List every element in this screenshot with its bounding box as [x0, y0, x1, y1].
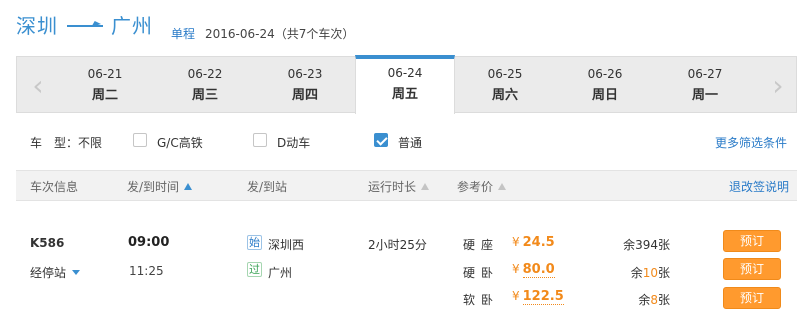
- date-tab-weekday: 周六: [491, 88, 518, 103]
- header-duration[interactable]: 运行时长: [368, 178, 430, 195]
- next-date-arrow-icon[interactable]: ›: [758, 58, 798, 112]
- filter-normal-label[interactable]: 普通: [398, 134, 422, 151]
- seat-price-value[interactable]: 122.5: [522, 289, 564, 305]
- train-number[interactable]: K586: [30, 236, 64, 250]
- remain-prefix: 余: [638, 293, 651, 307]
- book-button[interactable]: 预订: [723, 287, 781, 309]
- header-time-label: 发/到时间: [127, 180, 180, 194]
- header-station: 发/到站: [247, 180, 288, 194]
- to-city[interactable]: 广州: [111, 10, 153, 39]
- to-station: 广州: [268, 266, 293, 280]
- book-button[interactable]: 预订: [723, 230, 781, 252]
- refund-policy-link[interactable]: 退改签说明: [729, 178, 789, 195]
- sort-icon[interactable]: [421, 183, 430, 190]
- date-tab-weekday: 周二: [91, 88, 118, 103]
- filter-d-checkbox[interactable]: [253, 133, 267, 147]
- header-duration-label: 运行时长: [368, 180, 417, 194]
- sort-icon[interactable]: [498, 183, 507, 190]
- seat-type: 软卧: [463, 293, 500, 307]
- currency-symbol: ¥: [512, 235, 520, 249]
- route-arrow-icon: [67, 25, 103, 27]
- seat-remaining: 余8张: [590, 291, 670, 308]
- seat-price: ¥24.5: [512, 235, 555, 250]
- seat-remaining: 余394张: [590, 236, 670, 253]
- trip-date-summary: 2016-06-24（共7个车次）: [205, 27, 355, 41]
- date-tab-weekday: 周五: [391, 87, 418, 102]
- date-tab-date: 06-25: [487, 67, 523, 81]
- header-price[interactable]: 参考价: [457, 178, 507, 195]
- filter-normal-checkbox[interactable]: [374, 133, 388, 147]
- currency-symbol: ¥: [512, 262, 520, 276]
- remain-prefix: 余: [630, 266, 643, 280]
- stops-toggle[interactable]: 经停站: [30, 264, 81, 281]
- book-button[interactable]: 预订: [723, 258, 781, 280]
- from-station: 深圳西: [268, 238, 305, 252]
- date-tab[interactable]: 06-25 周六: [455, 57, 555, 113]
- duration: 2小时25分: [368, 238, 427, 252]
- date-tab[interactable]: 06-27 周一: [655, 57, 755, 113]
- date-tab-date: 06-21: [87, 67, 123, 81]
- date-tab-date: 06-27: [687, 67, 723, 81]
- filter-d-label[interactable]: D动车: [277, 134, 310, 151]
- header-price-label: 参考价: [457, 180, 494, 194]
- date-tab-active[interactable]: 06-24 周五: [355, 55, 455, 114]
- filter-gc-checkbox[interactable]: [133, 133, 147, 147]
- remain-prefix: 余: [623, 238, 636, 252]
- date-tab[interactable]: 06-23 周四: [255, 57, 355, 113]
- from-city[interactable]: 深圳: [16, 10, 58, 39]
- remain-suffix: 张: [657, 238, 670, 252]
- seat-price-value: 24.5: [522, 235, 555, 250]
- filter-gc-label[interactable]: G/C高铁: [157, 134, 203, 151]
- start-station-tag: 始: [247, 235, 262, 250]
- date-tab-date: 06-22: [187, 67, 223, 81]
- seat-price-value[interactable]: 80.0: [522, 262, 555, 278]
- seat-type: 硬座: [463, 238, 500, 252]
- date-tab-weekday: 周日: [591, 88, 618, 103]
- date-tab[interactable]: 06-22 周三: [155, 57, 255, 113]
- stops-label: 经停站: [30, 266, 67, 280]
- depart-time: 09:00: [128, 235, 170, 250]
- remain-count: 8: [650, 293, 658, 307]
- date-tab-weekday: 周三: [191, 88, 218, 103]
- date-tab[interactable]: 06-26 周日: [555, 57, 655, 113]
- chevron-down-icon: [72, 270, 81, 275]
- seat-type: 硬卧: [463, 266, 500, 280]
- more-filters-link[interactable]: 更多筛选条件: [715, 134, 787, 151]
- trip-type: 单程: [171, 27, 196, 41]
- pass-station-tag: 过: [247, 262, 262, 277]
- arrive-time: 11:25: [129, 264, 164, 278]
- date-tab-date: 06-26: [587, 67, 623, 81]
- currency-symbol: ¥: [512, 289, 520, 303]
- remain-suffix: 张: [657, 266, 670, 280]
- remain-count: 10: [642, 266, 658, 280]
- date-tab-date: 06-23: [287, 67, 323, 81]
- date-tab[interactable]: 06-21 周二: [55, 57, 155, 113]
- header-train-info: 车次信息: [30, 180, 79, 194]
- remain-count: 394: [635, 238, 658, 252]
- date-tab-weekday: 周一: [691, 88, 718, 103]
- seat-remaining: 余10张: [590, 264, 670, 281]
- header-time[interactable]: 发/到时间: [127, 178, 193, 195]
- train-type-label: 车 型：不限: [30, 136, 103, 150]
- date-tab-weekday: 周四: [291, 88, 318, 103]
- sort-asc-icon[interactable]: [184, 183, 193, 190]
- prev-date-arrow-icon[interactable]: ‹: [18, 58, 58, 112]
- date-tab-date: 06-24: [387, 66, 423, 80]
- remain-suffix: 张: [657, 293, 670, 307]
- seat-price: ¥122.5: [512, 289, 564, 305]
- seat-price: ¥80.0: [512, 262, 555, 278]
